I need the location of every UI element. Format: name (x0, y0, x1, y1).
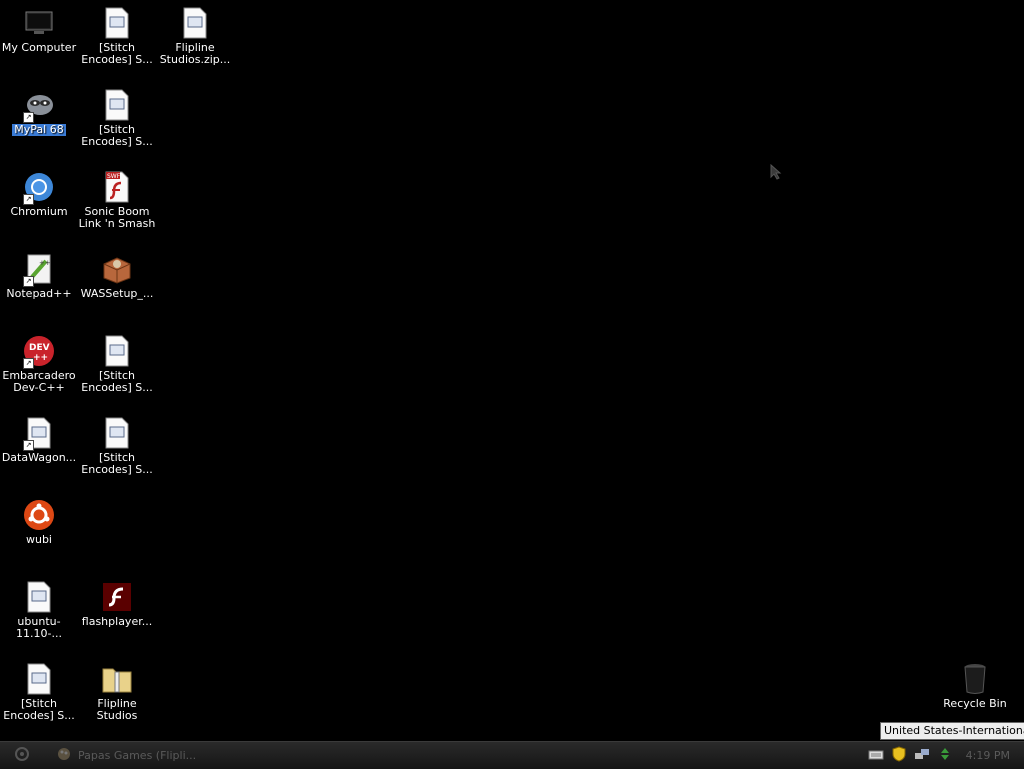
swf-file-icon: SWF (100, 170, 134, 204)
shortcut-arrow-icon: ↗ (23, 358, 34, 369)
desktop-icon-stitch-encodes-3[interactable]: [Stitch Encodes] S... (78, 332, 156, 394)
document-icon (100, 334, 134, 368)
shortcut-arrow-icon: ↗ (23, 440, 34, 451)
flash-player-icon (100, 580, 134, 614)
desktop-icon-stitch-encodes-5[interactable]: [Stitch Encodes] S... (0, 660, 78, 722)
keyboard-layout-tooltip: United States-International (880, 722, 1024, 740)
desktop-icon-datawagon[interactable]: ↗ DataWagon... (0, 414, 78, 464)
desktop-icon-mypal-68[interactable]: ↗ MyPal 68 (0, 86, 78, 136)
desktop-icon-stitch-encodes-2[interactable]: [Stitch Encodes] S... (78, 86, 156, 148)
system-tray: 4:19 PM (868, 742, 1024, 769)
icon-label: Sonic Boom Link 'n Smash (78, 205, 156, 230)
mouse-cursor-icon (770, 163, 782, 184)
desktop-icon-recycle-bin[interactable]: Recycle Bin (936, 660, 1014, 710)
document-icon (178, 6, 212, 40)
start-orb-icon (11, 742, 48, 769)
icon-label: Flipline Studios (96, 697, 138, 722)
shortcut-arrow-icon: ↗ (23, 194, 34, 205)
taskbar: Papas Games (Flipli... 4:19 PM (0, 741, 1024, 769)
icon-label: Flipline Studios.zip... (159, 41, 231, 66)
icon-label: Recycle Bin (943, 697, 1007, 710)
icon-label: [Stitch Encodes] S... (81, 451, 153, 476)
svg-text:SWF: SWF (107, 173, 121, 180)
desktop-icon-flipline-studios-zip[interactable]: Flipline Studios.zip... (156, 4, 234, 66)
icon-label: [Stitch Encodes] S... (81, 123, 153, 148)
icon-label: Notepad++ (6, 287, 72, 300)
shortcut-arrow-icon: ↗ (23, 112, 34, 123)
document-icon (22, 662, 56, 696)
desktop-icon-embarcadero-dev-cpp[interactable]: DEV ++ ↗ Embarcadero Dev-C++ (0, 332, 78, 394)
icon-label: Chromium (10, 205, 68, 218)
desktop-icon-wubi[interactable]: wubi (0, 496, 78, 546)
icon-label: DataWagon... (1, 451, 77, 464)
icon-label: [Stitch Encodes] S... (81, 41, 153, 66)
taskbar-item-label: Papas Games (Flipli... (78, 749, 197, 762)
clock[interactable]: 4:19 PM (966, 749, 1010, 762)
desktop-icon-sonic-boom-swf[interactable]: SWF Sonic Boom Link 'n Smash (78, 168, 156, 230)
desktop-icon-notepad-plus-plus[interactable]: ++ ↗ Notepad++ (0, 250, 78, 300)
notepad-plus-plus-icon: ++ ↗ (22, 252, 56, 287)
desktop-icon-flipline-studios-folder[interactable]: Flipline Studios (78, 660, 156, 722)
icon-label: [Stitch Encodes] S... (3, 697, 75, 722)
icon-label: [Stitch Encodes] S... (81, 369, 153, 394)
desktop-icon-stitch-encodes-4[interactable]: [Stitch Encodes] S... (78, 414, 156, 476)
zip-folder-icon (100, 662, 134, 696)
paint-program-icon (56, 746, 72, 765)
start-button[interactable] (0, 742, 48, 769)
taskbar-item-papas-games[interactable]: Papas Games (Flipli... (56, 744, 246, 767)
document-icon (100, 416, 134, 450)
icon-label: My Computer (1, 41, 77, 54)
recycle-tray-icon[interactable] (938, 746, 952, 765)
shortcut-arrow-icon: ↗ (23, 276, 34, 287)
mypal-raccoon-icon: ↗ (22, 88, 56, 123)
desktop-icon-flashplayer[interactable]: flashplayer... (78, 578, 156, 628)
document-icon (100, 6, 134, 40)
desktop-icon-ubuntu-iso[interactable]: ubuntu-11.10-... (0, 578, 78, 640)
svg-text:DEV: DEV (29, 343, 50, 353)
ubuntu-icon (22, 498, 56, 532)
icon-label: MyPal 68 (12, 123, 66, 136)
desktop-icon-my-computer[interactable]: My Computer (0, 4, 78, 54)
icon-label: wubi (25, 533, 52, 546)
keyboard-icon[interactable] (868, 746, 884, 765)
icon-label: Embarcadero Dev-C++ (2, 369, 76, 394)
recycle-bin-icon (958, 662, 992, 696)
icon-label: WASSetup_... (80, 287, 154, 300)
document-icon (22, 580, 56, 614)
svg-text:++: ++ (39, 259, 51, 267)
installer-box-icon (100, 252, 134, 286)
dev-cpp-icon: DEV ++ ↗ (22, 334, 56, 369)
icon-label: ubuntu-11.10-... (16, 615, 62, 640)
security-shield-icon[interactable] (892, 745, 906, 766)
icon-label: flashplayer... (81, 615, 153, 628)
document-icon: ↗ (22, 416, 56, 451)
desktop-icon-chromium[interactable]: ↗ Chromium (0, 168, 78, 218)
monitor-icon (22, 6, 56, 40)
chromium-icon: ↗ (22, 170, 56, 205)
desktop-icon-wassetup[interactable]: WASSetup_... (78, 250, 156, 300)
document-icon (100, 88, 134, 122)
svg-text:++: ++ (33, 353, 48, 363)
desktop[interactable]: My Computer ↗ MyPal 68 ↗ Chromium ++ ↗ N… (0, 0, 1024, 741)
desktop-icon-stitch-encodes-1[interactable]: [Stitch Encodes] S... (78, 4, 156, 66)
network-icon[interactable] (914, 746, 930, 765)
